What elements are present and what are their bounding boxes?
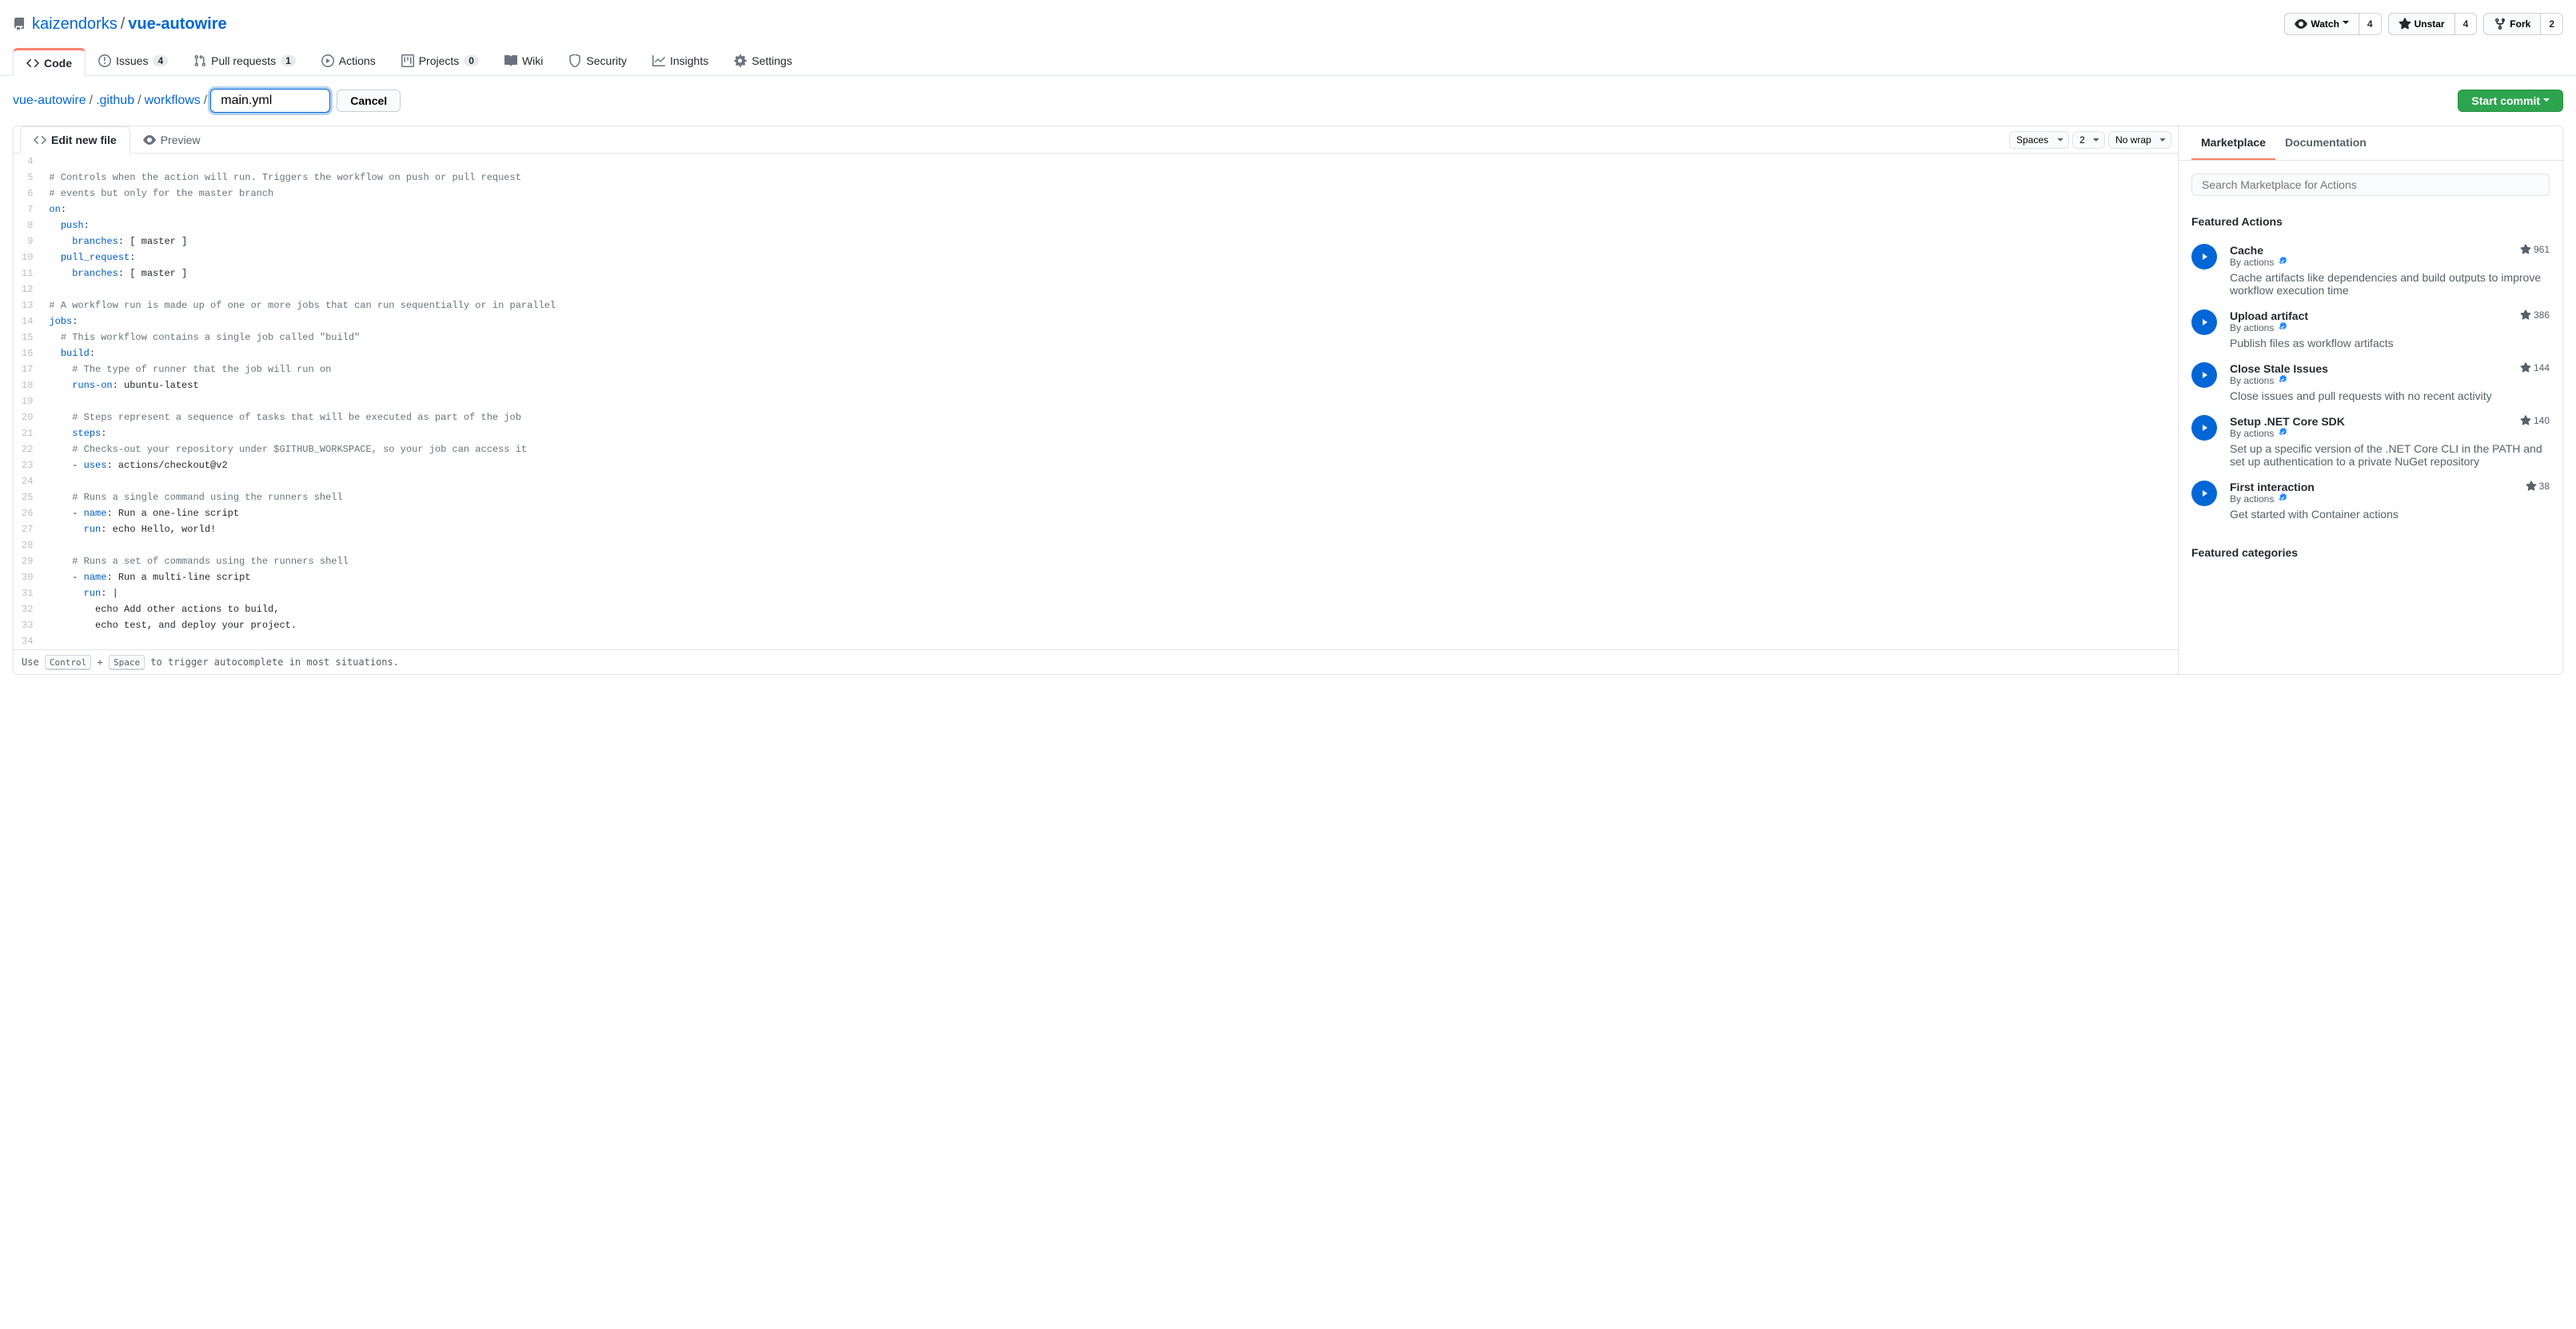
action-author: By actions — [2230, 428, 2345, 439]
watch-count[interactable]: 4 — [2359, 13, 2382, 35]
action-play-icon — [2191, 481, 2217, 506]
action-description: Cache artifacts like dependencies and bu… — [2230, 271, 2550, 297]
book-icon — [504, 54, 517, 67]
featured-actions-heading: Featured Actions — [2191, 215, 2550, 228]
repo-icon — [13, 18, 26, 30]
action-title: First interaction — [2230, 481, 2315, 493]
tab-settings[interactable]: Settings — [721, 48, 805, 75]
tab-actions[interactable]: Actions — [309, 48, 389, 75]
action-play-icon — [2191, 362, 2217, 388]
action-item[interactable]: Cache By actions 961 Cache artifacts lik… — [2191, 237, 2550, 303]
unstar-button[interactable]: Unstar — [2388, 13, 2455, 35]
action-play-icon — [2191, 244, 2217, 269]
tab-pull-requests[interactable]: Pull requests1 — [181, 48, 309, 75]
tab-documentation[interactable]: Documentation — [2275, 126, 2376, 160]
fork-count[interactable]: 2 — [2541, 13, 2563, 35]
action-title: Cache — [2230, 244, 2287, 257]
eye-icon — [143, 134, 156, 146]
code-content[interactable]: # Controls when the action will run. Tri… — [41, 154, 2178, 649]
action-title: Upload artifact — [2230, 309, 2308, 322]
fork-button[interactable]: Fork — [2483, 13, 2541, 35]
tab-issues[interactable]: Issues4 — [86, 48, 181, 75]
star-icon — [2520, 362, 2531, 373]
action-title: Close Stale Issues — [2230, 362, 2328, 375]
tab-wiki[interactable]: Wiki — [492, 48, 556, 75]
action-description: Get started with Container actions — [2230, 508, 2550, 521]
verified-icon — [2276, 322, 2287, 333]
action-item[interactable]: Close Stale Issues By actions 144 Close … — [2191, 356, 2550, 409]
verified-icon — [2276, 428, 2287, 439]
watch-button[interactable]: Watch — [2284, 13, 2359, 35]
action-item[interactable]: Upload artifact By actions 386 Publish f… — [2191, 303, 2550, 356]
star-icon — [2520, 244, 2531, 255]
indent-mode-select[interactable]: Spaces — [2009, 131, 2069, 149]
action-author: By actions — [2230, 493, 2315, 505]
action-stars: 38 — [2526, 481, 2550, 492]
action-description: Close issues and pull requests with no r… — [2230, 389, 2550, 402]
action-stars: 961 — [2520, 244, 2550, 255]
action-title: Setup .NET Core SDK — [2230, 415, 2345, 428]
star-icon — [2520, 309, 2531, 321]
tab-security[interactable]: Security — [556, 48, 640, 75]
repo-title: kaizendorks / vue-autowire — [13, 15, 227, 34]
action-stars: 386 — [2520, 309, 2550, 321]
action-description: Publish files as workflow artifacts — [2230, 337, 2550, 349]
action-item[interactable]: Setup .NET Core SDK By actions 140 Set u… — [2191, 409, 2550, 474]
crumb-github[interactable]: .github — [96, 94, 134, 108]
verified-icon — [2276, 257, 2287, 268]
action-description: Set up a specific version of the .NET Co… — [2230, 442, 2550, 468]
breadcrumb: vue-autowire / .github / workflows / Can… — [13, 89, 401, 113]
star-icon — [2399, 18, 2411, 30]
eye-icon — [2295, 18, 2307, 30]
featured-categories-heading: Featured categories — [2191, 546, 2550, 559]
star-count[interactable]: 4 — [2455, 13, 2478, 35]
code-icon — [34, 134, 46, 146]
wrap-mode-select[interactable]: No wrap — [2108, 131, 2171, 149]
project-icon — [401, 54, 414, 67]
indent-size-select[interactable]: 2 — [2072, 131, 2105, 149]
action-stars: 144 — [2520, 362, 2550, 373]
play-icon — [321, 54, 334, 67]
repo-owner-link[interactable]: kaizendorks — [32, 15, 118, 34]
gear-icon — [734, 54, 747, 67]
marketplace-search-input[interactable] — [2191, 174, 2550, 196]
crumb-workflows[interactable]: workflows — [145, 94, 201, 108]
cancel-button[interactable]: Cancel — [337, 90, 401, 112]
tab-code[interactable]: Code — [13, 48, 86, 76]
action-stars: 140 — [2520, 415, 2550, 426]
code-icon — [26, 57, 39, 70]
pr-icon — [193, 54, 206, 67]
action-author: By actions — [2230, 257, 2287, 268]
star-icon — [2526, 481, 2537, 492]
line-gutter: 4567891011121314151617181920212223242526… — [14, 154, 41, 649]
action-play-icon — [2191, 309, 2217, 335]
issue-icon — [98, 54, 111, 67]
repo-name-link[interactable]: vue-autowire — [128, 15, 226, 34]
repo-tabs: Code Issues4 Pull requests1 Actions Proj… — [0, 48, 2576, 76]
fork-icon — [2494, 18, 2506, 30]
tab-insights[interactable]: Insights — [640, 48, 721, 75]
tab-edit-file[interactable]: Edit new file — [20, 126, 130, 154]
verified-icon — [2276, 493, 2287, 505]
start-commit-button[interactable]: Start commit — [2458, 90, 2563, 112]
tab-projects[interactable]: Projects0 — [389, 48, 492, 75]
crumb-root[interactable]: vue-autowire — [13, 94, 86, 108]
editor-hint: Use Control + Space to trigger autocompl… — [14, 649, 2178, 674]
filename-input[interactable] — [210, 89, 330, 113]
tab-marketplace[interactable]: Marketplace — [2191, 126, 2275, 160]
action-item[interactable]: First interaction By actions 38 Get star… — [2191, 474, 2550, 527]
graph-icon — [652, 54, 665, 67]
action-play-icon — [2191, 415, 2217, 441]
tab-preview[interactable]: Preview — [130, 127, 213, 153]
shield-icon — [568, 54, 581, 67]
action-author: By actions — [2230, 375, 2328, 386]
verified-icon — [2276, 375, 2287, 386]
action-author: By actions — [2230, 322, 2308, 333]
star-icon — [2520, 415, 2531, 426]
code-editor[interactable]: 4567891011121314151617181920212223242526… — [14, 154, 2178, 649]
